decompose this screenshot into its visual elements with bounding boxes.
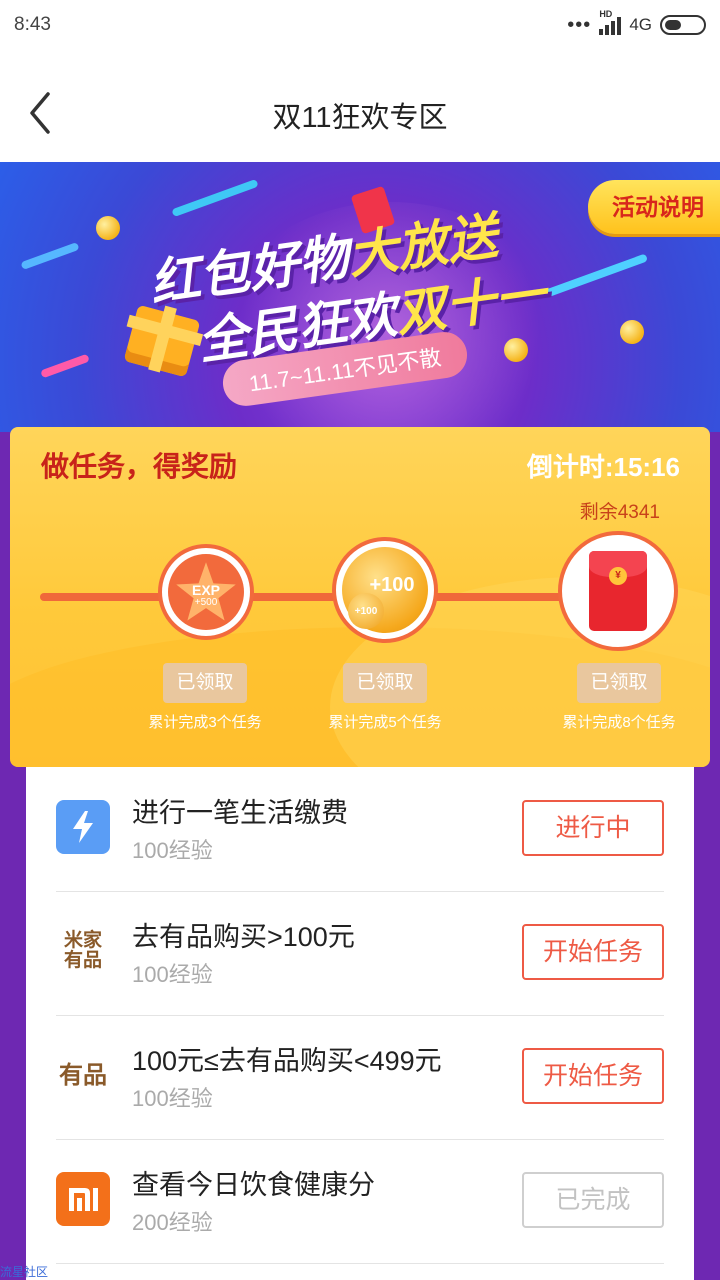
task-reward: 200经验 (132, 1210, 213, 1235)
reward-card: 做任务，得奖励 倒计时:15:16 剩余4341 EXP +500 +100 +… (10, 427, 710, 767)
mijia-youpin-icon: 米家 有品 (63, 929, 102, 971)
start-task-button[interactable]: 开始任务 (522, 1048, 664, 1104)
task-row: 米家 有品 去有品购买>100元 100经验 开始任务 (56, 891, 664, 1016)
exp-star-icon: EXP +500 (168, 554, 244, 630)
youpin-icon: 有品 (59, 1060, 107, 1090)
task-list: 进行一笔生活缴费 100经验 进行中 米家 有品 去有品购买>100元 100经验… (26, 767, 694, 1280)
nav-bar: 双11狂欢专区 (0, 50, 720, 162)
status-icons: ••• HD 4G (567, 9, 706, 38)
task-title: 查看今日饮食健康分 (132, 1170, 375, 1200)
task-reward: 100经验 (132, 838, 213, 863)
claimed-button-3[interactable]: 已领取 (577, 663, 661, 703)
reward-title: 做任务，得奖励 (41, 451, 238, 482)
milestone-caption-1: 累计完成3个任务 (148, 714, 262, 731)
decor-streak (40, 353, 90, 379)
task-reward: 100经验 (132, 1086, 213, 1111)
milestone-coin: +100 +100 (332, 537, 438, 643)
mi-logo-icon (56, 1172, 110, 1226)
claimed-button-2[interactable]: 已领取 (343, 663, 427, 703)
coin-decor-icon (96, 216, 120, 240)
milestone-exp: EXP +500 (158, 544, 254, 640)
bolt-icon (56, 800, 110, 854)
task-title: 100元≤去有品购买<499元 (132, 1046, 442, 1076)
progress-track (40, 593, 570, 601)
red-packet-icon: ¥ (589, 551, 647, 631)
coin-decor-icon (620, 320, 644, 344)
countdown-timer: 倒计时:15:16 (526, 452, 680, 482)
claimed-button-1[interactable]: 已领取 (163, 663, 247, 703)
task-row: 进行一笔生活缴费 100经验 进行中 (56, 767, 664, 892)
milestone-red-packet: ¥ (558, 531, 678, 651)
promo-banner: 红包好物大放送 全民狂欢双十一 11.7~11.11不见不散 活动说明 (0, 162, 720, 432)
task-in-progress-button[interactable]: 进行中 (522, 800, 664, 856)
page-title: 双11狂欢专区 (272, 102, 448, 134)
coin-icon: +100 +100 (342, 547, 428, 633)
task-done-button[interactable]: 已完成 (522, 1172, 664, 1228)
status-time: 8:43 (14, 14, 51, 35)
decor-streak (20, 241, 80, 271)
battery-icon (660, 15, 706, 35)
watermark: 流星社区 (0, 1265, 49, 1279)
remaining-count: 剩余4341 (579, 502, 660, 523)
task-title: 进行一笔生活缴费 (132, 798, 348, 828)
activity-rules-button[interactable]: 活动说明 (588, 180, 720, 234)
gift-box-icon (123, 304, 201, 378)
task-title: 去有品购买>100元 (132, 922, 355, 952)
task-reward: 100经验 (132, 962, 213, 987)
status-bar: 8:43 ••• HD 4G (0, 0, 720, 50)
more-dots-icon: ••• (567, 14, 592, 36)
hd-label: HD (599, 9, 613, 19)
start-task-button[interactable]: 开始任务 (522, 924, 664, 980)
milestone-caption-2: 累计完成5个任务 (328, 714, 442, 731)
decor-streak (541, 253, 649, 299)
signal-icon: HD (599, 9, 622, 35)
decor-streak (171, 178, 259, 218)
task-row: 有品 100元≤去有品购买<499元 100经验 开始任务 (56, 1015, 664, 1140)
network-type: 4G (629, 15, 652, 34)
task-row: 查看今日饮食健康分 200经验 已完成 (56, 1139, 664, 1264)
coin-decor-icon (504, 338, 528, 362)
milestone-caption-3: 累计完成8个任务 (562, 714, 676, 731)
